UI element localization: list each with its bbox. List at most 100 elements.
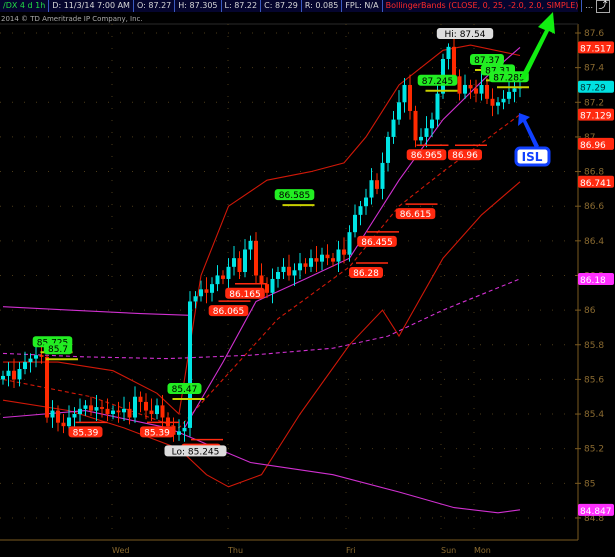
annotation-text: 86.455 <box>361 238 393 248</box>
candle-body <box>232 258 236 267</box>
annotation-text: Lo: 85.245 <box>172 447 220 457</box>
candle-body <box>380 162 385 189</box>
candle-body <box>6 370 11 376</box>
candle-body <box>23 362 27 370</box>
annotation-red: 86.455 <box>357 231 399 248</box>
candle-body <box>94 407 99 411</box>
candle-body <box>17 369 22 380</box>
candle-body <box>155 405 159 415</box>
candle-body <box>1 375 5 380</box>
candle-body <box>397 102 401 120</box>
x-tick-label: Thu <box>227 546 243 555</box>
price-chart[interactable]: 87.687.487.28786.886.686.486.28685.885.6… <box>0 0 615 557</box>
y-tick-label: 86.6 <box>584 202 604 212</box>
candle-body <box>342 249 346 255</box>
candle-body <box>61 422 66 427</box>
candle-body <box>408 84 412 111</box>
annotation-text: 86.165 <box>229 290 261 300</box>
candle-body <box>89 405 93 411</box>
candle-body <box>325 254 330 259</box>
candle-body <box>72 414 77 418</box>
candle-body <box>182 427 187 432</box>
candle-body <box>424 128 429 137</box>
candle-body <box>254 240 258 276</box>
x-tick-label: Wed <box>112 546 129 555</box>
isl-callout-text: ISL <box>522 150 543 164</box>
candle-body <box>402 84 407 103</box>
candle-body <box>386 136 390 163</box>
price-label: 86.96 <box>580 141 606 151</box>
pointer-arrow-icon <box>518 113 539 148</box>
upper_band-line <box>3 44 521 416</box>
y-tick-label: 87.2 <box>584 98 604 108</box>
candle-body <box>226 266 231 279</box>
candle-body <box>149 410 154 415</box>
annotation-text: 86.065 <box>213 307 245 317</box>
candle-body <box>375 180 379 189</box>
candle-body <box>45 356 49 418</box>
y-tick-label: 85 <box>584 479 595 489</box>
candle-body <box>243 249 247 273</box>
candle-body <box>331 258 335 262</box>
candle-body <box>100 407 104 409</box>
annotation-text: 87.245 <box>422 77 454 87</box>
candle-body <box>265 284 269 293</box>
annotation-grey: Hi: 87.54 <box>436 28 494 40</box>
annotation-text: 85.39 <box>144 428 170 438</box>
candle-body <box>281 266 286 273</box>
y-tick-label: 86.4 <box>584 237 604 247</box>
candle-body <box>56 410 60 423</box>
candle-body <box>127 408 132 418</box>
candle-body <box>221 275 225 279</box>
candle-body <box>298 263 302 271</box>
annotation-text: Hi: 87.54 <box>445 30 486 40</box>
price-label: 84.847 <box>580 507 612 517</box>
candle-body <box>39 355 44 357</box>
annotation-red: 86.065 <box>208 300 251 317</box>
candle-body <box>358 206 363 215</box>
annotation-text: 87.285 <box>493 73 525 83</box>
candle-body <box>507 91 511 99</box>
price-label: 86.741 <box>580 179 612 189</box>
ma_lower-line <box>2 410 521 514</box>
candle-body <box>496 102 500 106</box>
up-arrow-icon <box>520 12 555 80</box>
candle-body <box>34 355 38 359</box>
candle-body <box>177 431 181 435</box>
x-tick-label: Sun <box>441 546 456 555</box>
candle-body <box>116 410 121 413</box>
candle-body <box>292 270 297 276</box>
annotation-red: 86.965 <box>406 144 449 161</box>
candle-body <box>122 408 126 413</box>
annotation-text: 86.615 <box>400 210 432 220</box>
candle-body <box>485 84 489 99</box>
annotation-red: 86.165 <box>225 283 267 300</box>
candle-body <box>479 84 484 94</box>
candle-body <box>320 254 324 262</box>
candle-body <box>490 98 495 106</box>
candle-body <box>12 370 16 380</box>
candle-body <box>28 358 33 363</box>
price-label: 87.29 <box>580 84 606 94</box>
candle-body <box>430 119 434 129</box>
candle-body <box>138 396 143 402</box>
y-tick-label: 85.6 <box>584 375 604 385</box>
candle-body <box>501 98 506 103</box>
candle-body <box>270 278 275 293</box>
candle-body <box>474 88 478 94</box>
annotation-green: 86.585 <box>274 189 315 207</box>
annotation-text: 86.585 <box>279 191 311 201</box>
annotation-text: 85.47 <box>172 385 198 395</box>
candle-body <box>287 266 291 276</box>
annotation-text: 85.7 <box>48 345 68 355</box>
candle-body <box>303 263 308 267</box>
price-label: 86.18 <box>580 276 606 286</box>
candle-body <box>188 301 192 428</box>
candle-body <box>276 272 280 279</box>
candle-body <box>512 88 517 92</box>
candle-body <box>435 93 440 120</box>
candle-body <box>468 84 473 89</box>
candle-body <box>210 284 214 293</box>
candle-body <box>215 275 220 285</box>
candle-body <box>111 410 115 415</box>
